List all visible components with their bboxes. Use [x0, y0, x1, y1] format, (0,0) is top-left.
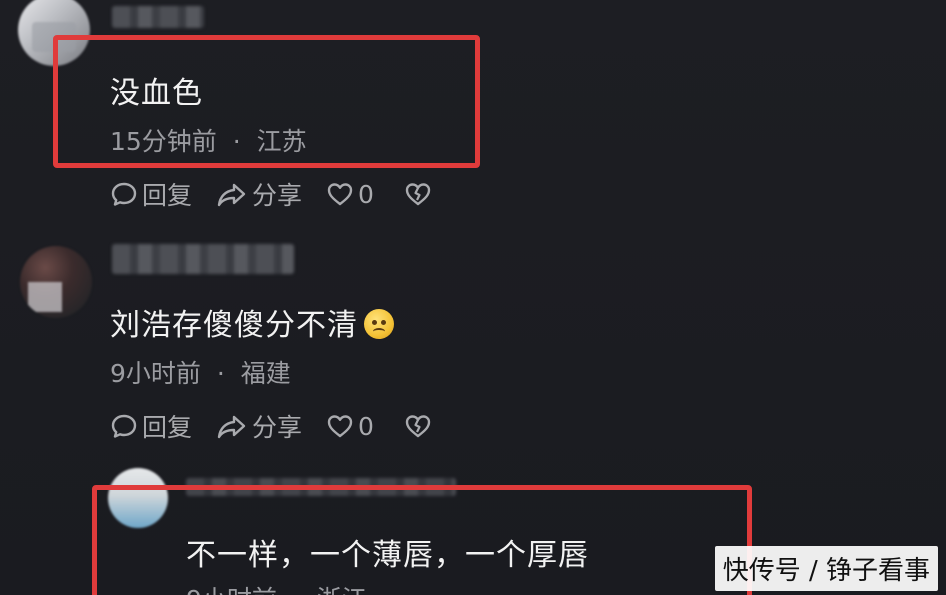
username-blurred[interactable] — [112, 6, 204, 28]
reply-button[interactable]: 回复 — [110, 408, 192, 444]
comment-meta: 9小时前 · 福建 — [110, 354, 291, 390]
share-arrow-icon — [217, 183, 246, 207]
broken-heart-icon — [405, 415, 431, 438]
share-label: 分享 — [252, 181, 303, 210]
face-emoji-icon — [364, 309, 394, 339]
heart-icon — [327, 415, 353, 438]
heart-icon — [327, 183, 353, 206]
username-blurred[interactable] — [112, 244, 294, 274]
comment-time: 9小时前 — [110, 359, 201, 388]
comment-list: 没血色 15分钟前 · 江苏 回复 分享 0 刘浩存傻傻分不清 9小时前 · 福… — [0, 0, 946, 595]
like-button[interactable]: 0 — [326, 180, 374, 209]
like-button[interactable]: 0 — [326, 412, 374, 441]
dislike-button[interactable] — [404, 180, 432, 208]
comment-location: 福建 — [240, 359, 291, 388]
comment-actions: 回复 分享 0 — [110, 177, 432, 211]
comment-text: 刘浩存傻傻分不清 — [110, 300, 394, 344]
reply-bubble-icon — [111, 182, 137, 206]
share-button[interactable]: 分享 — [216, 408, 302, 444]
dislike-button[interactable] — [404, 412, 432, 440]
share-label: 分享 — [252, 413, 303, 442]
like-count: 0 — [358, 179, 374, 209]
like-count: 0 — [358, 411, 374, 441]
meta-separator: · — [216, 359, 225, 388]
avatar[interactable] — [20, 246, 92, 318]
reply-label: 回复 — [142, 181, 193, 210]
broken-heart-icon — [405, 183, 431, 206]
watermark: 快传号 / 铮子看事 — [714, 546, 938, 591]
comment-actions: 回复 分享 0 — [110, 409, 432, 443]
highlight-box — [53, 35, 480, 168]
share-arrow-icon — [217, 415, 246, 439]
comment-text-content: 刘浩存傻傻分不清 — [110, 308, 358, 343]
reply-label: 回复 — [142, 413, 193, 442]
share-button[interactable]: 分享 — [216, 176, 302, 212]
reply-button[interactable]: 回复 — [110, 176, 192, 212]
highlight-box — [92, 485, 752, 595]
reply-bubble-icon — [111, 414, 137, 438]
